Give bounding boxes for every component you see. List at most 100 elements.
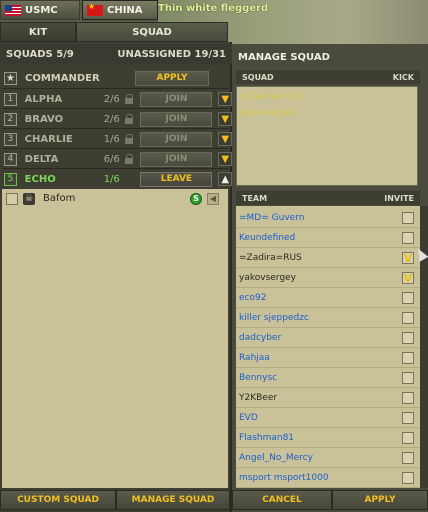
squad-row-bravo: 2 BRAVO 2/6 JOIN ▼ (0, 109, 232, 129)
invite-checkbox[interactable]: V (402, 272, 414, 284)
invite-checkbox[interactable]: V (402, 252, 414, 264)
team-player-name: Keundefined (239, 233, 296, 243)
kick-col-label: KICK (392, 72, 414, 82)
team-player-name: dadcyber (239, 333, 282, 343)
invite-checkbox[interactable] (402, 372, 414, 384)
team-row[interactable]: Bennysc (236, 368, 420, 388)
cancel-button[interactable]: CANCEL (232, 490, 332, 510)
squads-count: SQUADS 5/9 (6, 48, 74, 60)
invite-checkbox[interactable] (402, 452, 414, 464)
squad-number: 2 (4, 112, 17, 126)
tab-china-label: CHINA (107, 4, 143, 16)
squad-name: ECHO (24, 173, 56, 185)
chevron-down-icon[interactable]: ▼ (218, 132, 232, 146)
tab-usmc[interactable]: USMC (0, 0, 80, 20)
team-row[interactable]: msport msport1000 (236, 468, 420, 488)
team-row[interactable]: eco92 (236, 288, 420, 308)
star-icon: ★ (4, 71, 17, 85)
invite-checkbox[interactable] (402, 312, 414, 324)
squad-name: DELTA (24, 153, 59, 165)
squad-list-item[interactable]: =Zadira=RUS (240, 92, 303, 106)
team-row[interactable]: Keundefined (236, 228, 420, 248)
squad-row-alpha: 1 ALPHA 2/6 JOIN ▼ (0, 89, 232, 109)
team-row[interactable]: =MD= Guvern (236, 208, 420, 228)
invite-checkbox[interactable] (402, 432, 414, 444)
invite-checkbox[interactable] (402, 212, 414, 224)
team-row[interactable]: Y2KBeer (236, 388, 420, 408)
commander-label: COMMANDER (25, 72, 100, 84)
squad-number: 3 (4, 132, 17, 146)
team-row[interactable]: Rahjaa (236, 348, 420, 368)
tab-china[interactable]: CHINA (82, 0, 158, 20)
team-player-name: Rahjaa (239, 353, 270, 363)
squad-name: BRAVO (24, 113, 64, 125)
invite-checkbox[interactable] (402, 232, 414, 244)
chat-message: Thin white fleggerd (158, 3, 269, 14)
team-row[interactable]: dadcyber (236, 328, 420, 348)
leave-button[interactable]: LEAVE (140, 171, 213, 187)
squad-number: 4 (4, 152, 17, 166)
squad-list-item[interactable]: yakovsergey (240, 108, 297, 122)
team-player-name: Angel_No_Mercy (239, 453, 313, 463)
commander-row: ★ COMMANDER APPLY (0, 68, 232, 88)
commander-apply-button[interactable]: APPLY (135, 70, 209, 86)
invite-checkbox[interactable] (402, 352, 414, 364)
join-button[interactable]: JOIN (140, 151, 213, 167)
invite-col-label: INVITE (384, 193, 414, 203)
invite-checkbox[interactable] (402, 332, 414, 344)
unassigned-count: UNASSIGNED 19/31 (117, 48, 226, 60)
team-row[interactable]: =Zadira=RUS V (236, 248, 420, 268)
divider (236, 487, 420, 488)
chevron-up-icon[interactable]: ▲ (218, 172, 232, 186)
squad-row-charlie: 3 CHARLIE 1/6 JOIN ▼ (0, 129, 232, 149)
team-row[interactable]: yakovsergey V (236, 268, 420, 288)
invite-checkbox[interactable] (402, 292, 414, 304)
squad-count: 2/6 (103, 93, 120, 105)
team-player-name: msport msport1000 (239, 473, 329, 483)
team-player-name: yakovsergey (239, 273, 296, 283)
speaker-icon[interactable]: ◀ (207, 192, 219, 205)
team-row[interactable]: Flashman81 (236, 428, 420, 448)
team-player-name: Y2KBeer (239, 393, 278, 403)
member-checkbox[interactable] (6, 192, 18, 205)
invite-checkbox[interactable] (402, 412, 414, 424)
team-player-name: Flashman81 (239, 433, 295, 443)
chevron-down-icon[interactable]: ▼ (218, 92, 232, 106)
manage-squad-title: MANAGE SQUAD (238, 51, 330, 63)
team-player-name: =Zadira=RUS (239, 253, 302, 263)
join-button[interactable]: JOIN (140, 131, 213, 147)
team-player-name: EVD (239, 413, 258, 423)
custom-squad-button[interactable]: CUSTOM SQUAD (0, 490, 116, 510)
team-row[interactable]: killer sjeppedzc (236, 308, 420, 328)
squad-row-echo: 5 ECHO 1/6 LEAVE ▲ (0, 169, 232, 189)
squad-row-delta: 4 DELTA 6/6 JOIN ▼ (0, 149, 232, 169)
join-button[interactable]: JOIN (140, 91, 213, 107)
squad-member-row[interactable]: ☠ Bafom S ◀ (2, 189, 228, 208)
tab-squad[interactable]: SQUAD (76, 22, 228, 42)
team-row[interactable]: EVD (236, 408, 420, 428)
chevron-down-icon[interactable]: ▼ (218, 112, 232, 126)
squad-leader-badge: S (190, 192, 202, 205)
team-column-header: TEAM INVITE (236, 191, 420, 205)
squad-name: CHARLIE (24, 133, 73, 145)
squad-count: 1/6 (103, 133, 120, 145)
manage-squad-button[interactable]: MANAGE SQUAD (116, 490, 230, 510)
team-row[interactable]: Angel_No_Mercy (236, 448, 420, 468)
tab-kit[interactable]: KIT (0, 22, 76, 42)
member-name: Bafom (43, 193, 76, 204)
invite-checkbox[interactable] (402, 392, 414, 404)
team-player-name: =MD= Guvern (239, 213, 305, 223)
chevron-down-icon[interactable]: ▼ (218, 152, 232, 166)
team-player-name: eco92 (239, 293, 267, 303)
apply-button[interactable]: APPLY (332, 490, 428, 510)
team-col-label: TEAM (242, 193, 268, 203)
squads-header: SQUADS 5/9 UNASSIGNED 19/31 (0, 44, 232, 64)
squad-col-label: SQUAD (242, 72, 274, 82)
lock-icon (124, 154, 134, 164)
tab-usmc-label: USMC (25, 4, 58, 16)
invite-checkbox[interactable] (402, 472, 414, 484)
lock-icon (124, 114, 134, 124)
lock-icon (124, 134, 134, 144)
lock-icon (124, 94, 134, 104)
join-button[interactable]: JOIN (140, 111, 213, 127)
